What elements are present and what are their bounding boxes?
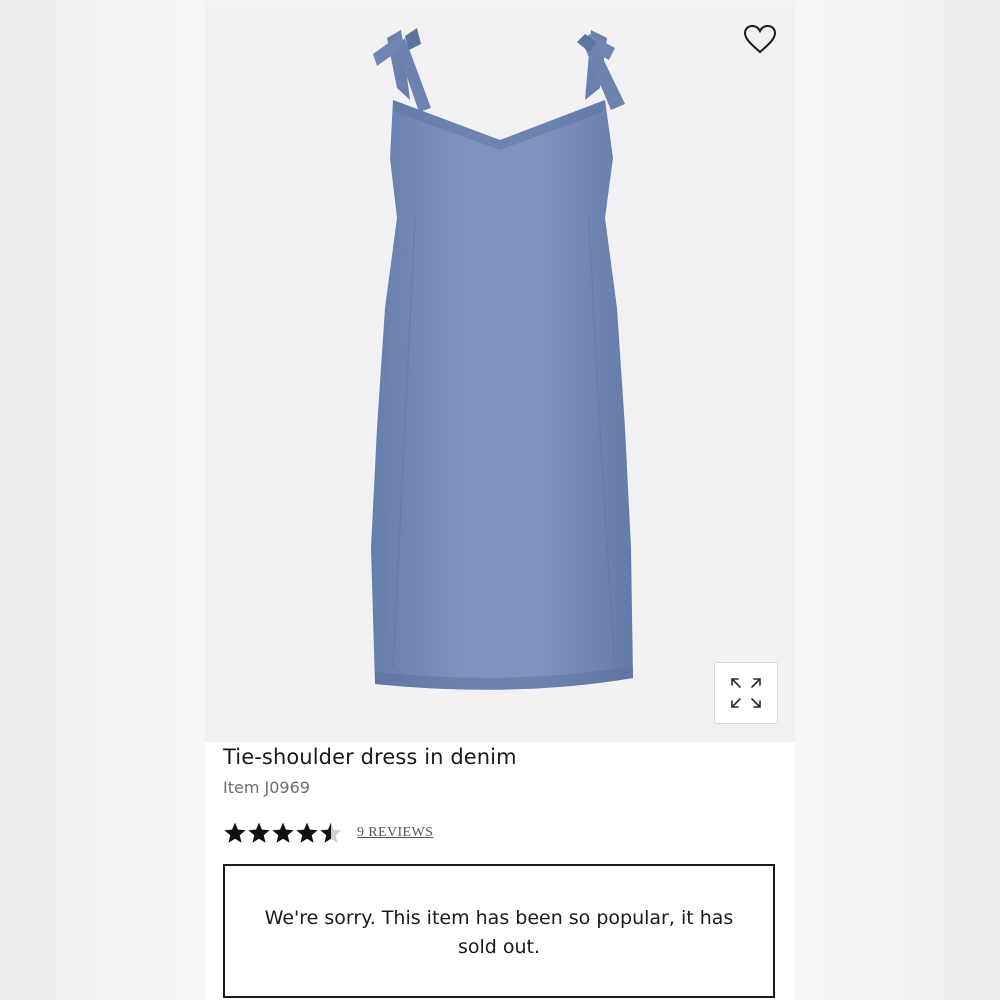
rating-row: 9 REVIEWS xyxy=(223,819,433,847)
left-background-blur xyxy=(0,0,205,1000)
wishlist-button[interactable] xyxy=(739,20,781,58)
item-number: Item J0969 xyxy=(223,778,310,797)
product-title: Tie-shoulder dress in denim xyxy=(223,745,517,769)
heart-icon xyxy=(743,24,777,54)
right-background-blur xyxy=(795,0,1000,1000)
star-icon xyxy=(296,822,318,843)
product-image xyxy=(371,28,633,690)
expand-image-button[interactable] xyxy=(714,662,778,724)
star-icon xyxy=(224,822,246,843)
star-icon xyxy=(320,822,342,843)
sold-out-message: We're sorry. This item has been so popul… xyxy=(264,907,734,958)
product-page: Tie-shoulder dress in denim Item J0969 9… xyxy=(205,8,795,1000)
expand-arrows-icon xyxy=(731,678,761,708)
sold-out-notice: We're sorry. This item has been so popul… xyxy=(223,864,775,998)
reviews-link[interactable]: 9 REVIEWS xyxy=(357,825,433,841)
star-icon xyxy=(248,822,270,843)
product-image-area[interactable] xyxy=(205,8,795,742)
star-icon xyxy=(272,822,294,843)
star-rating xyxy=(223,821,343,845)
